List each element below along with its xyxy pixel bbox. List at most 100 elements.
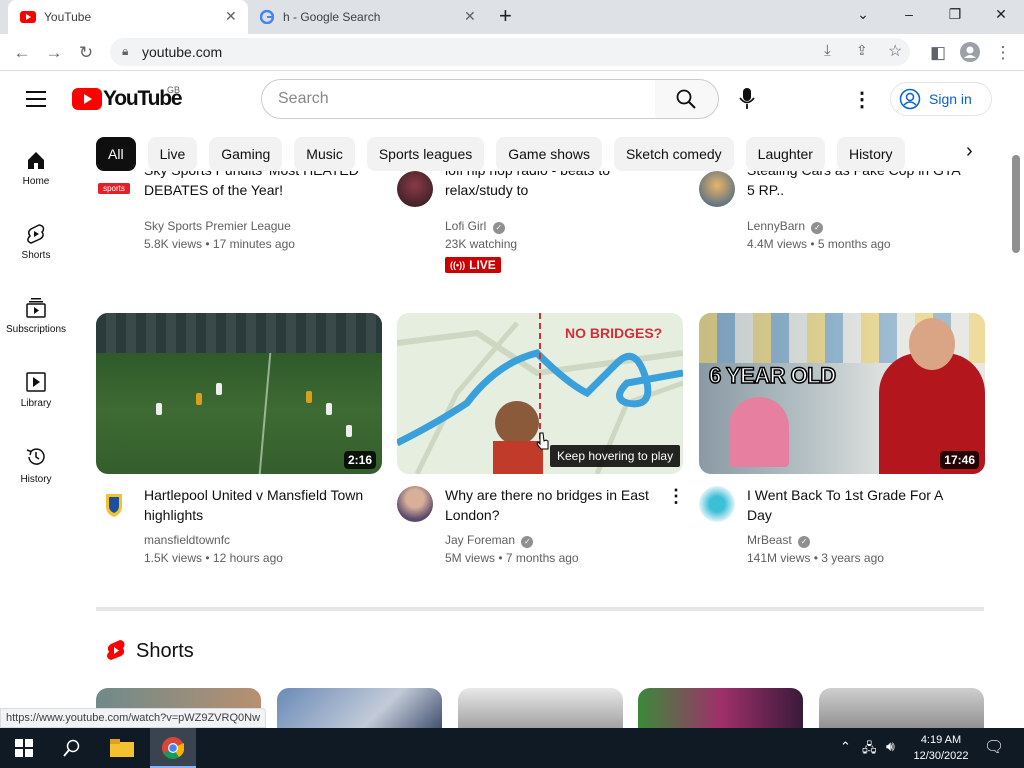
- sidebar-item-home[interactable]: Home: [0, 150, 72, 187]
- short-thumbnail[interactable]: [638, 688, 803, 733]
- video-options-kebab-icon[interactable]: ⋮: [667, 486, 685, 507]
- video-title-line: 5 RP..: [747, 182, 785, 198]
- tab-title: YouTube: [44, 10, 92, 24]
- channel-avatar[interactable]: [397, 171, 433, 207]
- channel-label: MrBeast: [747, 533, 792, 547]
- video-title[interactable]: Hartlepool United v Mansfield Town highl…: [144, 485, 364, 525]
- video-card[interactable]: sports Sky Sports Pundits' Most HEATED D…: [96, 171, 386, 281]
- close-tab-icon[interactable]: ✕: [225, 8, 237, 25]
- channel-avatar[interactable]: [96, 486, 132, 522]
- video-title[interactable]: I Went Back To 1st Grade For A Day: [747, 485, 967, 525]
- video-duration: 17:46: [940, 451, 979, 469]
- video-meta: 1.5K views • 12 hours ago: [144, 551, 283, 565]
- video-meta: 4.4M views • 5 months ago: [747, 237, 891, 251]
- video-meta: 23K watching: [445, 237, 518, 251]
- sidebar-item-label: Shorts: [21, 250, 51, 261]
- search-input[interactable]: Search: [261, 79, 657, 119]
- video-title[interactable]: Sky Sports Pundits' Most HEATED DEBATES …: [144, 171, 374, 200]
- chip-gaming[interactable]: Gaming: [209, 137, 283, 171]
- channel-name[interactable]: Jay Foreman ✓: [445, 531, 534, 549]
- short-thumbnail[interactable]: [458, 688, 623, 733]
- channel-name[interactable]: mansfieldtownfc: [144, 531, 230, 549]
- shorts-logo-icon: [107, 640, 125, 660]
- search-icon: [676, 89, 696, 109]
- chips-next-arrow-icon[interactable]: ›: [966, 140, 973, 163]
- history-icon: [26, 448, 45, 465]
- chip-sketch-comedy[interactable]: Sketch comedy: [613, 137, 734, 171]
- video-title[interactable]: Why are there no bridges in East London?: [445, 485, 660, 525]
- channel-avatar[interactable]: sports: [96, 171, 132, 207]
- channel-avatar[interactable]: [699, 486, 735, 522]
- tray-chevron-icon[interactable]: ⌃: [840, 739, 851, 755]
- chip-history[interactable]: History: [836, 137, 905, 171]
- notification-icon[interactable]: 🗨︎: [984, 737, 1004, 757]
- bookmark-star-icon[interactable]: ☆: [888, 41, 902, 61]
- taskbar-search-icon[interactable]: [63, 739, 81, 757]
- close-window-icon[interactable]: ✕: [991, 6, 1011, 23]
- forward-icon[interactable]: →: [44, 43, 64, 63]
- page-scrollbar[interactable]: [1012, 155, 1020, 253]
- settings-kebab-icon[interactable]: ⋮: [852, 87, 872, 112]
- chip-game-shows[interactable]: Game shows: [496, 137, 602, 171]
- sign-in-button[interactable]: Sign in: [890, 82, 992, 116]
- short-thumbnail[interactable]: [819, 688, 984, 733]
- microphone-icon[interactable]: [739, 88, 755, 110]
- chip-music[interactable]: Music: [294, 137, 355, 171]
- close-tab-icon[interactable]: ✕: [464, 8, 476, 25]
- video-title[interactable]: lofi hip hop radio - beats to relax/stud…: [445, 171, 675, 200]
- channel-name[interactable]: Sky Sports Premier League: [144, 217, 291, 235]
- reload-icon[interactable]: ↻: [76, 43, 96, 63]
- browser-menu-icon[interactable]: ⋮: [993, 43, 1013, 63]
- channel-avatar[interactable]: [699, 171, 735, 207]
- channel-label: Jay Foreman: [445, 533, 516, 547]
- chip-live[interactable]: Live: [147, 137, 198, 171]
- network-icon[interactable]: 🖧︎: [862, 739, 877, 761]
- side-panel-icon[interactable]: ◧: [928, 43, 948, 63]
- video-title-line: lofi hip hop radio - beats to: [445, 171, 675, 180]
- clock[interactable]: 4:19 AM 12/30/2022: [906, 732, 976, 764]
- google-favicon-icon: [260, 10, 274, 24]
- sidebar-item-library[interactable]: Library: [0, 372, 72, 409]
- short-thumbnail[interactable]: [277, 688, 442, 733]
- clock-date: 12/30/2022: [913, 750, 969, 762]
- channel-avatar[interactable]: [397, 486, 433, 522]
- player: [156, 403, 162, 415]
- share-icon[interactable]: ⇪: [856, 42, 868, 59]
- sidebar-item-history[interactable]: History: [0, 446, 72, 485]
- volume-icon[interactable]: 🔊︎: [886, 738, 895, 755]
- video-card[interactable]: Stealing Cars as Fake Cop in GTA 5 RP.. …: [699, 171, 989, 281]
- chrome-taskbar-item[interactable]: [150, 728, 196, 768]
- tab-google-search[interactable]: h - Google Search ✕: [250, 0, 486, 34]
- new-tab-icon[interactable]: +: [499, 3, 512, 29]
- video-card[interactable]: lofi hip hop radio - beats to relax/stud…: [397, 171, 687, 281]
- search-button[interactable]: [655, 79, 719, 119]
- tab-youtube[interactable]: YouTube ✕: [8, 0, 248, 34]
- file-explorer-icon[interactable]: [110, 739, 134, 757]
- chip-all[interactable]: All: [96, 137, 136, 171]
- channel-name[interactable]: Lofi Girl ✓: [445, 217, 505, 235]
- video-thumbnail[interactable]: 2:16: [96, 313, 382, 474]
- channel-name[interactable]: MrBeast ✓: [747, 531, 811, 549]
- video-thumbnail[interactable]: 6 YEAR OLD 17:46: [699, 313, 985, 474]
- channel-name[interactable]: LennyBarn ✓: [747, 217, 824, 235]
- back-icon[interactable]: ←: [12, 43, 32, 63]
- windows-start-icon[interactable]: [15, 739, 33, 757]
- video-title[interactable]: Stealing Cars as Fake Cop in GTA 5 RP..: [747, 171, 977, 200]
- chip-laughter[interactable]: Laughter: [745, 137, 825, 171]
- maximize-icon[interactable]: ❐: [945, 6, 965, 23]
- install-icon[interactable]: ⤓: [824, 42, 831, 59]
- chip-sports-leagues[interactable]: Sports leagues: [366, 137, 485, 171]
- sky-sports-logo: sports: [98, 183, 130, 194]
- tab-search-chevron-icon[interactable]: ⌄: [853, 6, 873, 23]
- hamburger-menu-icon[interactable]: [26, 91, 46, 107]
- profile-icon[interactable]: [960, 42, 980, 62]
- minimize-icon[interactable]: –: [899, 6, 919, 22]
- sidebar-item-subscriptions[interactable]: Subscriptions: [0, 298, 72, 335]
- sidebar-item-shorts[interactable]: Shorts: [0, 224, 72, 261]
- url-text: youtube.com: [142, 44, 223, 60]
- home-icon: [28, 152, 44, 169]
- address-bar[interactable]: 🔒︎ youtube.com ⤓ ⇪ ☆: [110, 38, 910, 66]
- sidebar-item-label: Library: [20, 398, 52, 409]
- video-title-line: relax/study to: [445, 182, 529, 198]
- video-details: Why are there no bridges in East London?…: [397, 486, 687, 576]
